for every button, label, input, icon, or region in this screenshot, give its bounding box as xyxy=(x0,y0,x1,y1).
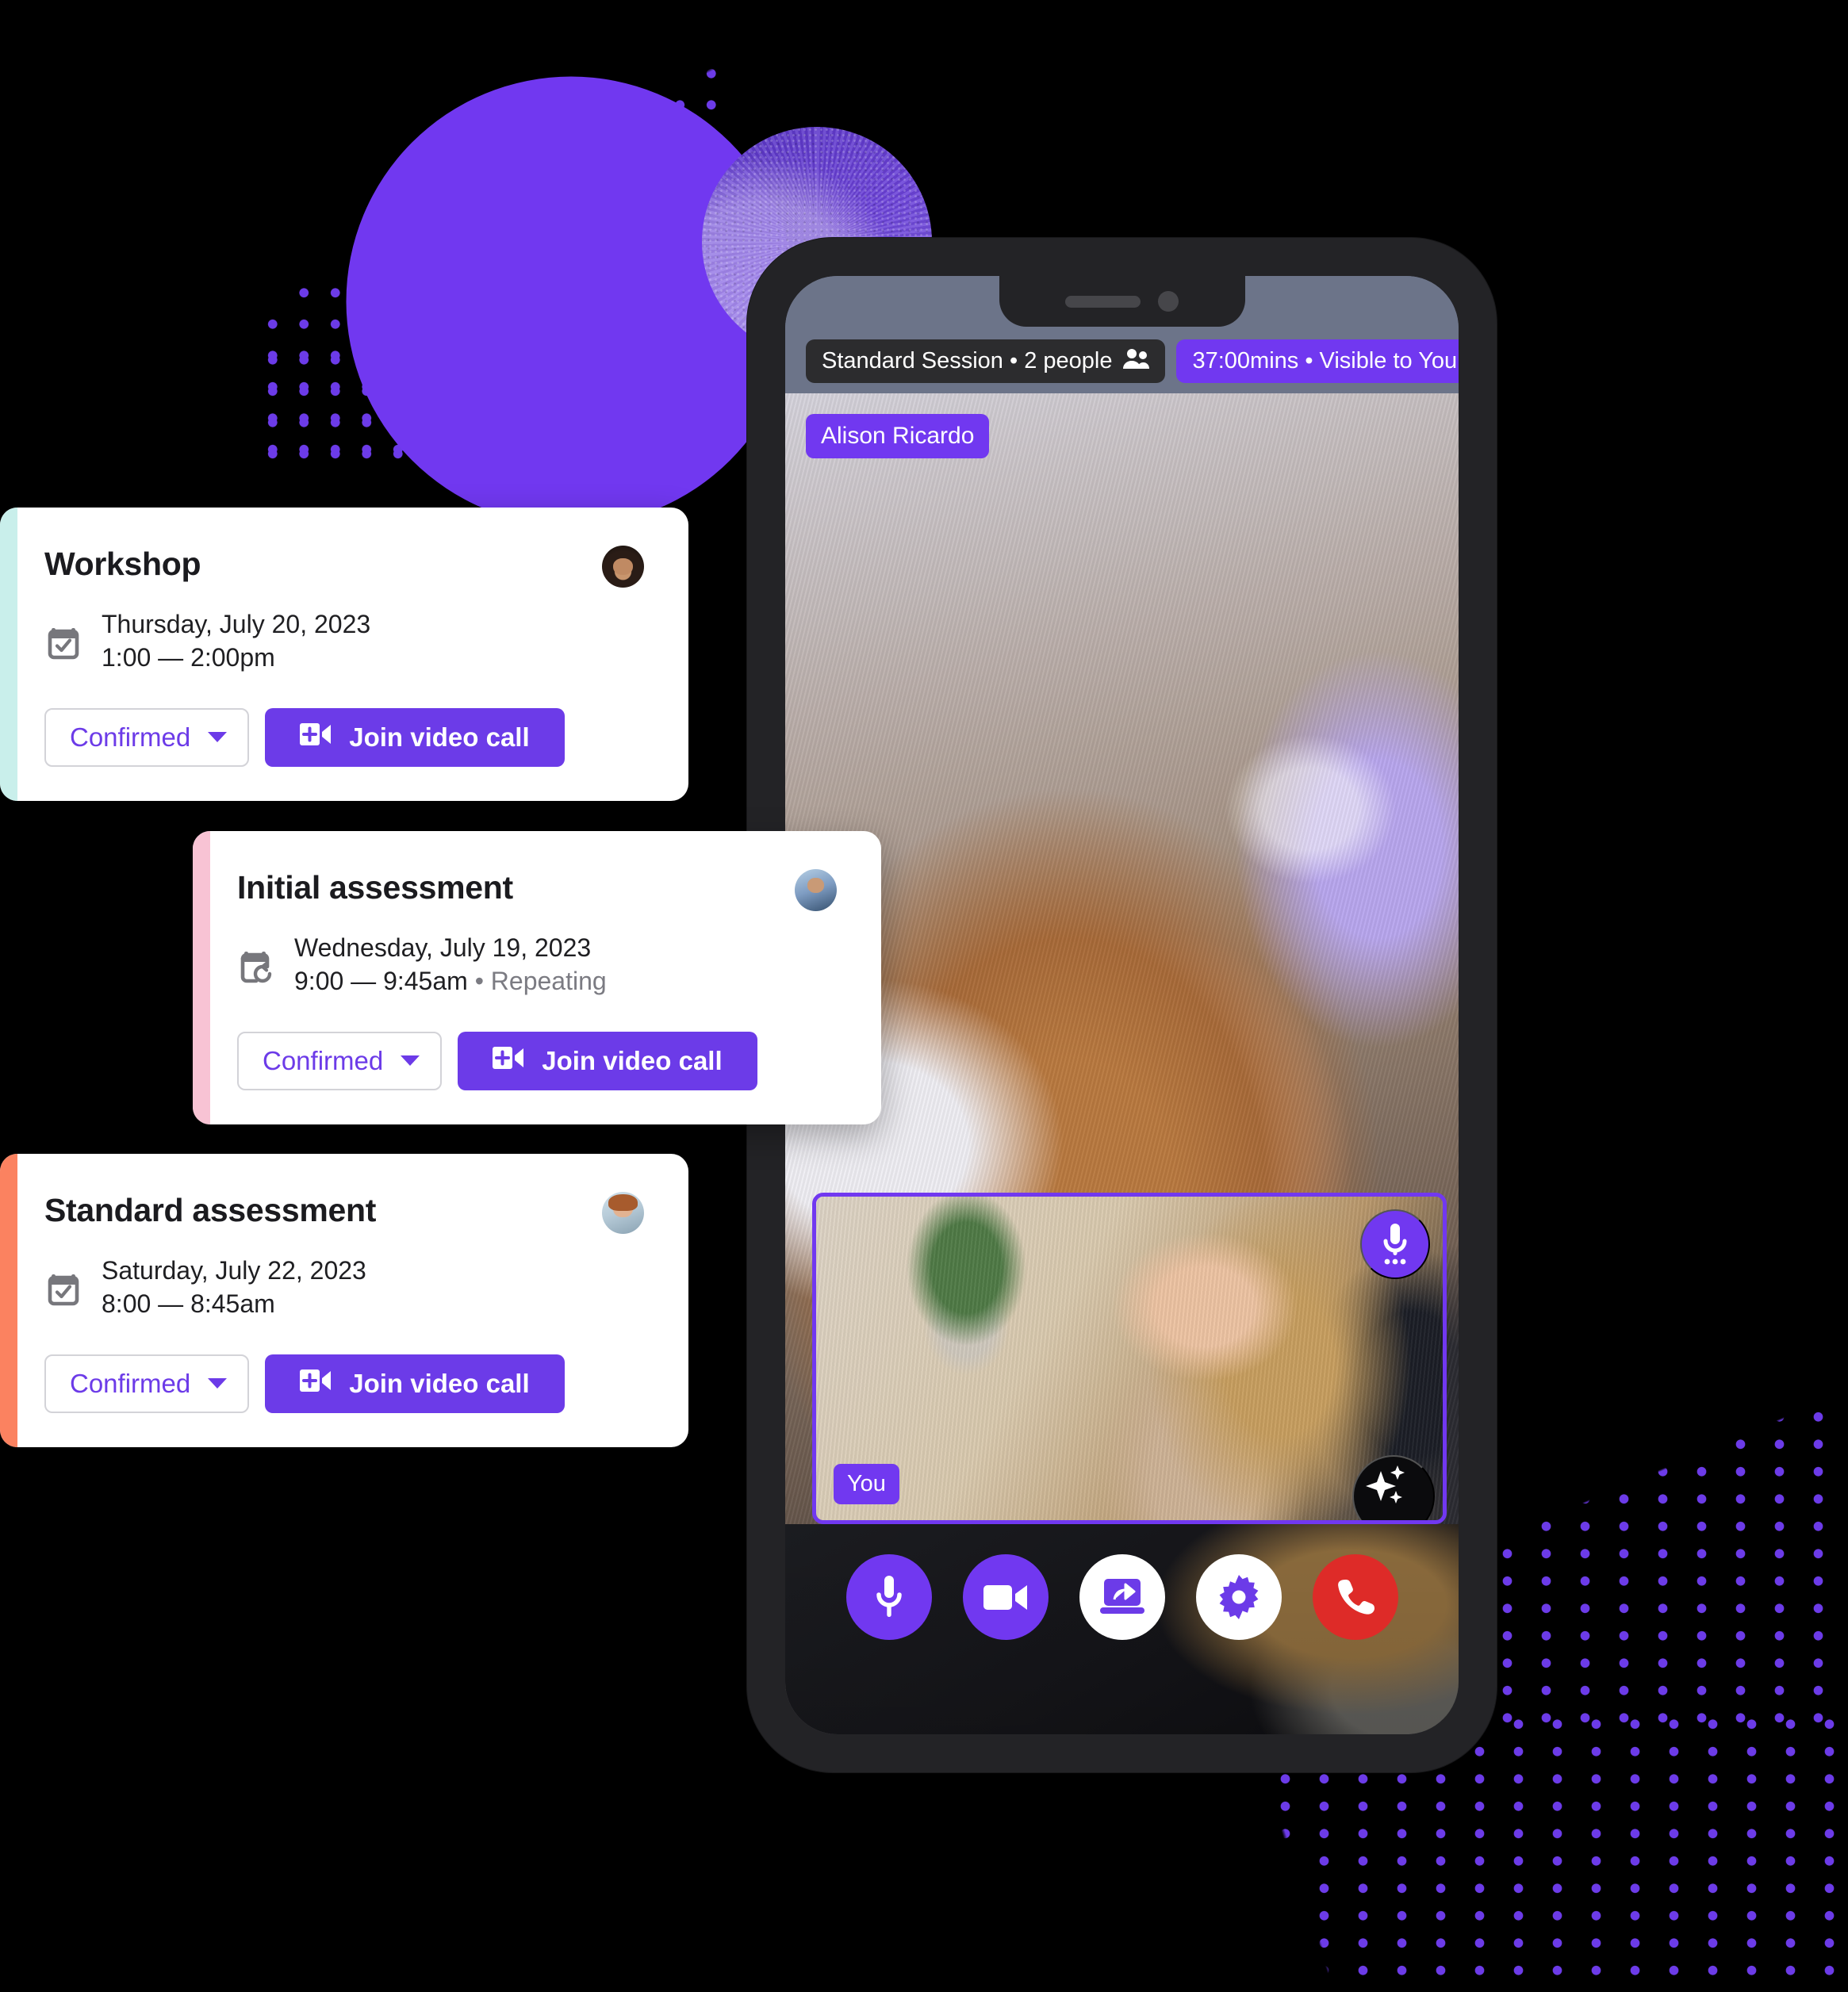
appointment-card[interactable]: Initial assessment Wednesday, July 19, 2… xyxy=(193,831,881,1124)
appointment-time: 1:00 — 2:00pm xyxy=(102,642,275,672)
video-add-icon xyxy=(300,722,332,753)
avatar xyxy=(602,546,644,588)
card-header: Workshop xyxy=(44,546,644,588)
session-info-bar: Standard Session • 2 people 37:00mins • … xyxy=(806,339,1459,383)
join-video-call-button[interactable]: Join video call xyxy=(265,707,565,767)
appointment-time-row: 8:00 — 8:45am xyxy=(102,1288,366,1321)
join-video-call-button[interactable]: Join video call xyxy=(265,1354,565,1413)
end-call-button[interactable] xyxy=(1312,1554,1398,1640)
microphone-button[interactable] xyxy=(845,1554,932,1640)
video-add-icon xyxy=(300,1369,332,1399)
join-button-label: Join video call xyxy=(349,1368,530,1398)
schedule-text: Wednesday, July 19, 2023 9:00 — 9:45am •… xyxy=(294,932,607,998)
camera-button[interactable] xyxy=(962,1554,1049,1640)
earpiece-speaker xyxy=(1065,295,1141,308)
status-badge: Confirmed xyxy=(263,1045,384,1075)
card-actions: Confirmed Join video call xyxy=(44,707,644,767)
appointment-date: Saturday, July 22, 2023 xyxy=(102,1256,366,1285)
appointment-time: 8:00 — 8:45am xyxy=(102,1289,275,1318)
card-schedule: Thursday, July 20, 2023 1:00 — 2:00pm xyxy=(44,608,644,675)
appointment-card[interactable]: Workshop Thursday, July 20, 2023 1:00 — … xyxy=(0,508,688,801)
calendar-check-icon xyxy=(44,1269,82,1307)
schedule-text: Saturday, July 22, 2023 8:00 — 8:45am xyxy=(102,1255,366,1321)
status-badge: Confirmed xyxy=(70,722,191,752)
video-add-icon xyxy=(493,1046,524,1076)
chevron-down-icon xyxy=(401,1055,420,1067)
promo-composition: Standard Session • 2 people 37:00mins • … xyxy=(0,0,1848,1992)
appointment-time: 9:00 — 9:45am xyxy=(294,966,468,995)
front-camera-icon xyxy=(1158,291,1179,312)
appointment-repeat: • Repeating xyxy=(467,966,607,995)
status-badge: Confirmed xyxy=(70,1368,191,1398)
card-actions: Confirmed Join video call xyxy=(44,1354,644,1413)
session-timer-label: 37:00mins • Visible to You xyxy=(1192,348,1458,374)
share-screen-button[interactable] xyxy=(1079,1554,1165,1640)
dot-grid-bottom-right xyxy=(1483,1316,1848,1729)
settings-button[interactable] xyxy=(1195,1554,1282,1640)
call-control-bar xyxy=(785,1524,1459,1734)
card-schedule: Wednesday, July 19, 2023 9:00 — 9:45am •… xyxy=(237,932,837,998)
appointment-card[interactable]: Standard assessment Saturday, July 22, 2… xyxy=(0,1154,688,1447)
remote-participant-name: Alison Ricardo xyxy=(806,414,990,458)
self-video-image xyxy=(816,1197,1443,1520)
phone-notch xyxy=(999,276,1245,327)
status-dropdown[interactable]: Confirmed xyxy=(237,1031,443,1090)
schedule-text: Thursday, July 20, 2023 1:00 — 2:00pm xyxy=(102,608,370,675)
microphone-dots-icon[interactable] xyxy=(1360,1209,1430,1279)
page-title: Workshop xyxy=(44,546,201,582)
page-title: Initial assessment xyxy=(237,869,513,906)
join-video-call-button[interactable]: Join video call xyxy=(458,1031,757,1090)
self-video-tile[interactable]: You xyxy=(812,1193,1447,1524)
status-dropdown[interactable]: Confirmed xyxy=(44,707,250,767)
card-header: Standard assessment xyxy=(44,1192,644,1234)
calendar-check-icon xyxy=(44,622,82,661)
session-timer-pill: 37:00mins • Visible to You xyxy=(1176,339,1459,383)
card-header: Initial assessment xyxy=(237,869,837,911)
chevron-down-icon xyxy=(208,1378,228,1389)
session-info-label: Standard Session • 2 people xyxy=(822,348,1113,374)
card-schedule: Saturday, July 22, 2023 8:00 — 8:45am xyxy=(44,1255,644,1321)
join-button-label: Join video call xyxy=(542,1045,723,1075)
status-dropdown[interactable]: Confirmed xyxy=(44,1354,250,1413)
self-participant-label: You xyxy=(834,1464,899,1504)
appointment-date: Wednesday, July 19, 2023 xyxy=(294,933,592,962)
page-title: Standard assessment xyxy=(44,1192,377,1228)
avatar xyxy=(602,1192,644,1234)
phone-screen: Standard Session • 2 people 37:00mins • … xyxy=(785,276,1459,1734)
calendar-repeat-icon xyxy=(237,946,275,984)
session-info-pill: Standard Session • 2 people xyxy=(806,339,1166,383)
people-icon xyxy=(1122,348,1150,374)
chevron-down-icon xyxy=(208,732,228,743)
appointment-date: Thursday, July 20, 2023 xyxy=(102,610,371,638)
card-actions: Confirmed Join video call xyxy=(237,1031,837,1090)
appointment-time-row: 9:00 — 9:45am • Repeating xyxy=(294,965,607,998)
avatar xyxy=(795,869,837,911)
join-button-label: Join video call xyxy=(349,722,530,752)
appointment-time-row: 1:00 — 2:00pm xyxy=(102,642,370,675)
